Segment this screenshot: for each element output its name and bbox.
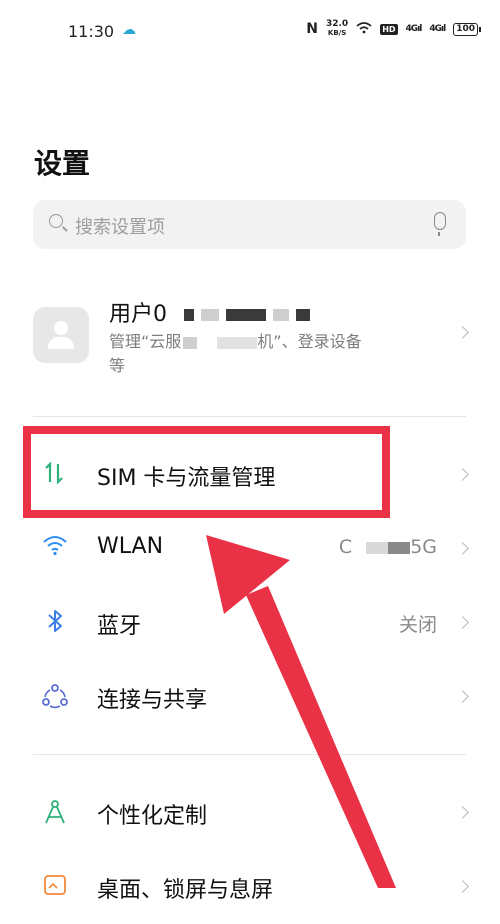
annotation-arrow (206, 535, 396, 888)
